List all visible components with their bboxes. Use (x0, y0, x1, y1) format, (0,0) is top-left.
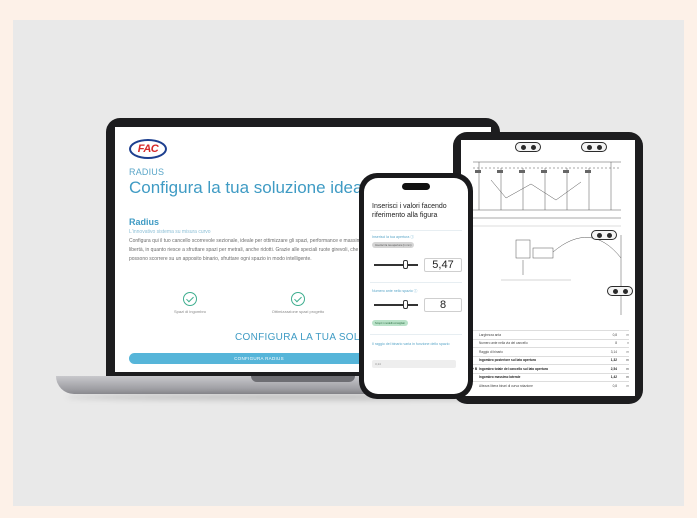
wheel-chip-icon (581, 142, 607, 152)
divider (370, 334, 462, 335)
table-cell: Ingombro massimo laterale (479, 375, 521, 380)
divider (370, 282, 462, 283)
check-circle-icon (183, 292, 197, 306)
field2-slider-track[interactable] (374, 304, 418, 306)
table-row: RRaggio di binario3,14m (469, 347, 629, 356)
tablet-screen: LLarghezza anta0,8mHNumero ante nella vi… (461, 140, 635, 396)
table-cell: Altezza libera binari di curva rotazione (479, 383, 533, 388)
table-row: LLarghezza anta0,8m (469, 330, 629, 339)
phone-screen: Inserisci i valori facendo riferimento a… (364, 178, 468, 394)
page-eyebrow: RADIUS (129, 167, 165, 177)
wheel-chip-icon (607, 286, 633, 296)
section-heading: Radius (129, 217, 160, 227)
table-cell: 2,54 (610, 366, 617, 371)
field2-slider-handle[interactable] (403, 300, 409, 309)
table-cell: Larghezza anta (479, 332, 501, 337)
field3-label: Il raggio del binario varia in funzione … (372, 342, 450, 346)
section-body: Configura qui il tuo cancello scorrevole… (129, 238, 364, 262)
field1-pill[interactable]: Inserisci la tua apertura (in mm) (372, 242, 415, 248)
field1-slider-track[interactable] (374, 264, 418, 266)
field2-value[interactable]: 8 (424, 298, 462, 312)
table-cell: Ingombro totale del cancello sul lato ap… (479, 366, 548, 371)
table-cell: 1,42 (610, 375, 617, 380)
check-circle-icon (291, 292, 305, 306)
table-cell: m (626, 349, 629, 354)
field1-slider-handle[interactable] (403, 260, 409, 269)
fac-logo[interactable]: FAC (129, 139, 167, 159)
laptop-notch (251, 376, 355, 382)
dimensions-table: LLarghezza anta0,8mHNumero ante nella vi… (469, 330, 629, 390)
table-row: DAltezza libera binari di curva rotazion… (469, 381, 629, 390)
table-cell: m (626, 375, 629, 380)
table-cell: m (626, 358, 629, 363)
table-cell: m (626, 366, 629, 371)
field1-value[interactable]: 5,47 (424, 258, 462, 272)
table-cell: 0,8 (612, 383, 617, 388)
wheel-chip-icon (591, 230, 617, 240)
table-row: HNumero ante nella via del cancello8n (469, 338, 629, 348)
phone-heading: Inserisci i valori facendo riferimento a… (372, 203, 447, 219)
table-cell: Raggio di binario (479, 349, 503, 354)
phone-device: Inserisci i valori facendo riferimento a… (359, 173, 473, 399)
divider (370, 230, 462, 231)
feature-label: Ottimizzazione spazi progetto (271, 309, 325, 314)
configure-button[interactable]: CONFIGURA RADIUS (129, 353, 389, 364)
table-cell: 3,14 (610, 349, 617, 354)
table-row: CIngombro massimo laterale1,42m (469, 372, 629, 382)
dynamic-island (402, 183, 430, 190)
section-tagline: L'innovativo sistema su misura curvo (129, 229, 211, 235)
field2-label: Numero ante nello spazio ⓘ (372, 289, 418, 293)
table-cell: 0,8 (612, 332, 617, 337)
table-row: A + B Ingombro totale del cancello sul la… (469, 364, 629, 373)
feature-spazi: Spazi di ingombro (155, 292, 225, 314)
logo-text: FAC (137, 143, 159, 155)
table-cell: Numero ante nella via del cancello (479, 341, 528, 346)
table-cell: Ingombro posteriore sul lato apertura (479, 358, 536, 363)
page-title: Configura la tua soluzione ideale (129, 178, 376, 197)
table-cell: m (626, 383, 629, 388)
table-cell: n (627, 341, 629, 346)
feature-label: Spazi di ingombro (173, 309, 207, 314)
tablet-device: LLarghezza anta0,8mHNumero ante nella vi… (453, 132, 643, 404)
table-cell: 8 (615, 341, 617, 346)
table-cell: 1,32 (610, 358, 617, 363)
field2-pill[interactable]: Scopri i modelli consigliati (372, 320, 408, 326)
wheel-chip-icon (515, 142, 541, 152)
table-row: AIngombro posteriore sul lato apertura1,… (469, 355, 629, 365)
field1-label: Inserisci la tua apertura ⓘ (372, 235, 414, 239)
radius-input[interactable]: 3,14 (372, 360, 456, 368)
table-cell: m (626, 332, 629, 337)
feature-ottimizzazione: Ottimizzazione spazi progetto (263, 292, 333, 314)
